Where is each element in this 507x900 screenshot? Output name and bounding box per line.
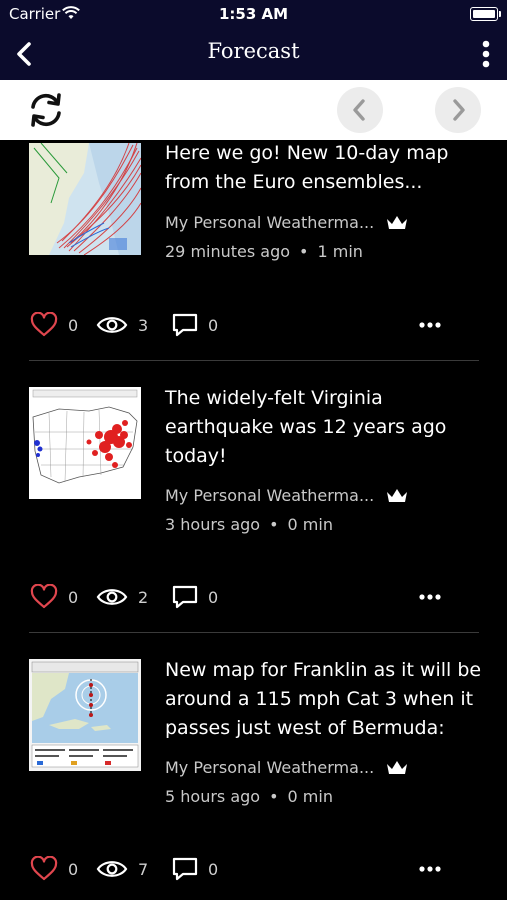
post-author[interactable]: My Personal Weatherma... [165, 486, 374, 505]
post-author[interactable]: My Personal Weatherma... [165, 758, 374, 777]
post-meta: 3 hours ago • 0 min [165, 515, 333, 534]
post-title[interactable]: Here we go! New 10-day map from the Euro… [165, 140, 485, 197]
refresh-icon[interactable] [24, 88, 68, 132]
toolbar [0, 80, 507, 140]
comment-icon[interactable] [172, 856, 198, 882]
crown-icon [386, 488, 408, 508]
like-action[interactable]: 0 [30, 582, 78, 612]
meta-separator: • [269, 515, 279, 534]
views-action: 2 [96, 582, 148, 612]
like-count: 0 [68, 587, 79, 607]
post-time-ago: 5 hours ago [165, 787, 261, 806]
post-thumbnail-ensemble-map[interactable] [29, 143, 141, 255]
heart-icon[interactable] [30, 312, 58, 338]
post-title[interactable]: New map for Franklin as it will be aroun… [165, 656, 485, 743]
comments-action[interactable]: 0 [172, 310, 218, 340]
meta-separator: • [299, 242, 309, 261]
like-action[interactable]: 0 [30, 854, 78, 884]
comment-icon[interactable] [172, 312, 198, 338]
post-more-icon[interactable] [418, 858, 442, 877]
chevron-left-icon [353, 99, 365, 121]
view-count: 7 [138, 859, 149, 879]
eye-icon [96, 317, 128, 333]
like-count: 0 [68, 859, 79, 879]
like-count: 0 [68, 315, 79, 335]
comment-icon[interactable] [172, 584, 198, 610]
post-title[interactable]: The widely-felt Virginia earthquake was … [165, 384, 485, 471]
comments-action[interactable]: 0 [172, 582, 218, 612]
previous-button[interactable] [337, 87, 383, 133]
heart-icon[interactable] [30, 584, 58, 610]
post-read-time: 0 min [287, 515, 333, 534]
eye-icon [96, 861, 128, 877]
post-actions: 0 2 0 [30, 582, 480, 612]
post-card[interactable]: New map for Franklin as it will be aroun… [0, 634, 507, 900]
post-divider [29, 632, 479, 633]
post-read-time: 1 min [317, 242, 363, 261]
crown-icon [386, 760, 408, 780]
post-meta: 5 hours ago • 0 min [165, 787, 333, 806]
crown-icon [386, 215, 408, 235]
post-author[interactable]: My Personal Weatherma... [165, 213, 374, 232]
post-feed[interactable]: Here we go! New 10-day map from the Euro… [0, 140, 507, 900]
status-time: 1:53 AM [218, 5, 289, 23]
comment-count: 0 [208, 315, 219, 335]
view-count: 3 [138, 315, 149, 335]
post-card[interactable]: The widely-felt Virginia earthquake was … [0, 362, 507, 634]
page-title: Forecast [207, 39, 300, 63]
navigation-bar: Forecast [0, 28, 507, 80]
chevron-right-icon [453, 99, 465, 121]
meta-separator: • [269, 787, 279, 806]
post-thumbnail-hurricane-map[interactable] [29, 659, 141, 771]
post-time-ago: 3 hours ago [165, 515, 261, 534]
post-divider [29, 360, 479, 361]
post-more-icon[interactable] [418, 586, 442, 605]
post-meta: 29 minutes ago • 1 min [165, 242, 363, 261]
more-options-icon[interactable] [479, 40, 493, 68]
views-action: 7 [96, 854, 148, 884]
post-more-icon[interactable] [418, 314, 442, 333]
post-thumbnail-earthquake-map[interactable] [29, 387, 141, 499]
post-actions: 0 7 0 [30, 854, 480, 884]
heart-icon[interactable] [30, 856, 58, 882]
like-action[interactable]: 0 [30, 310, 78, 340]
comments-action[interactable]: 0 [172, 854, 218, 884]
battery-icon [470, 7, 501, 21]
post-actions: 0 3 0 [30, 310, 480, 340]
views-action: 3 [96, 310, 148, 340]
next-button[interactable] [435, 87, 481, 133]
comment-count: 0 [208, 859, 219, 879]
eye-icon [96, 589, 128, 605]
status-bar: Carrier 1:53 AM [0, 0, 507, 28]
view-count: 2 [138, 587, 149, 607]
post-read-time: 0 min [287, 787, 333, 806]
post-time-ago: 29 minutes ago [165, 242, 291, 261]
comment-count: 0 [208, 587, 219, 607]
